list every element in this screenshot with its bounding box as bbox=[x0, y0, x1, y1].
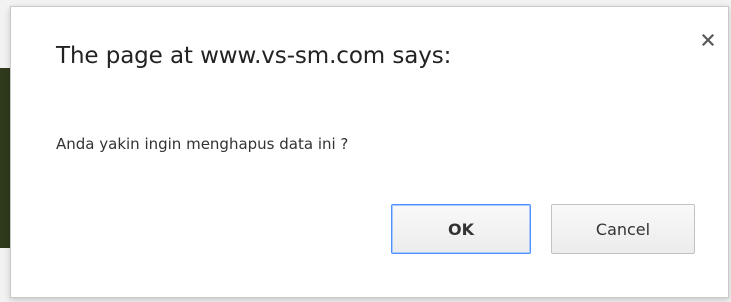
page-backdrop-dark-strip bbox=[0, 68, 10, 248]
dialog-title: The page at www.vs-sm.com says: bbox=[56, 43, 452, 69]
cancel-button[interactable]: Cancel bbox=[551, 204, 695, 254]
dialog-message: Anda yakin ingin menghapus data ini ? bbox=[56, 135, 349, 153]
close-button[interactable] bbox=[697, 29, 719, 51]
ok-button[interactable]: OK bbox=[391, 204, 531, 254]
alert-dialog: The page at www.vs-sm.com says: Anda yak… bbox=[10, 6, 729, 298]
close-icon bbox=[701, 31, 715, 50]
